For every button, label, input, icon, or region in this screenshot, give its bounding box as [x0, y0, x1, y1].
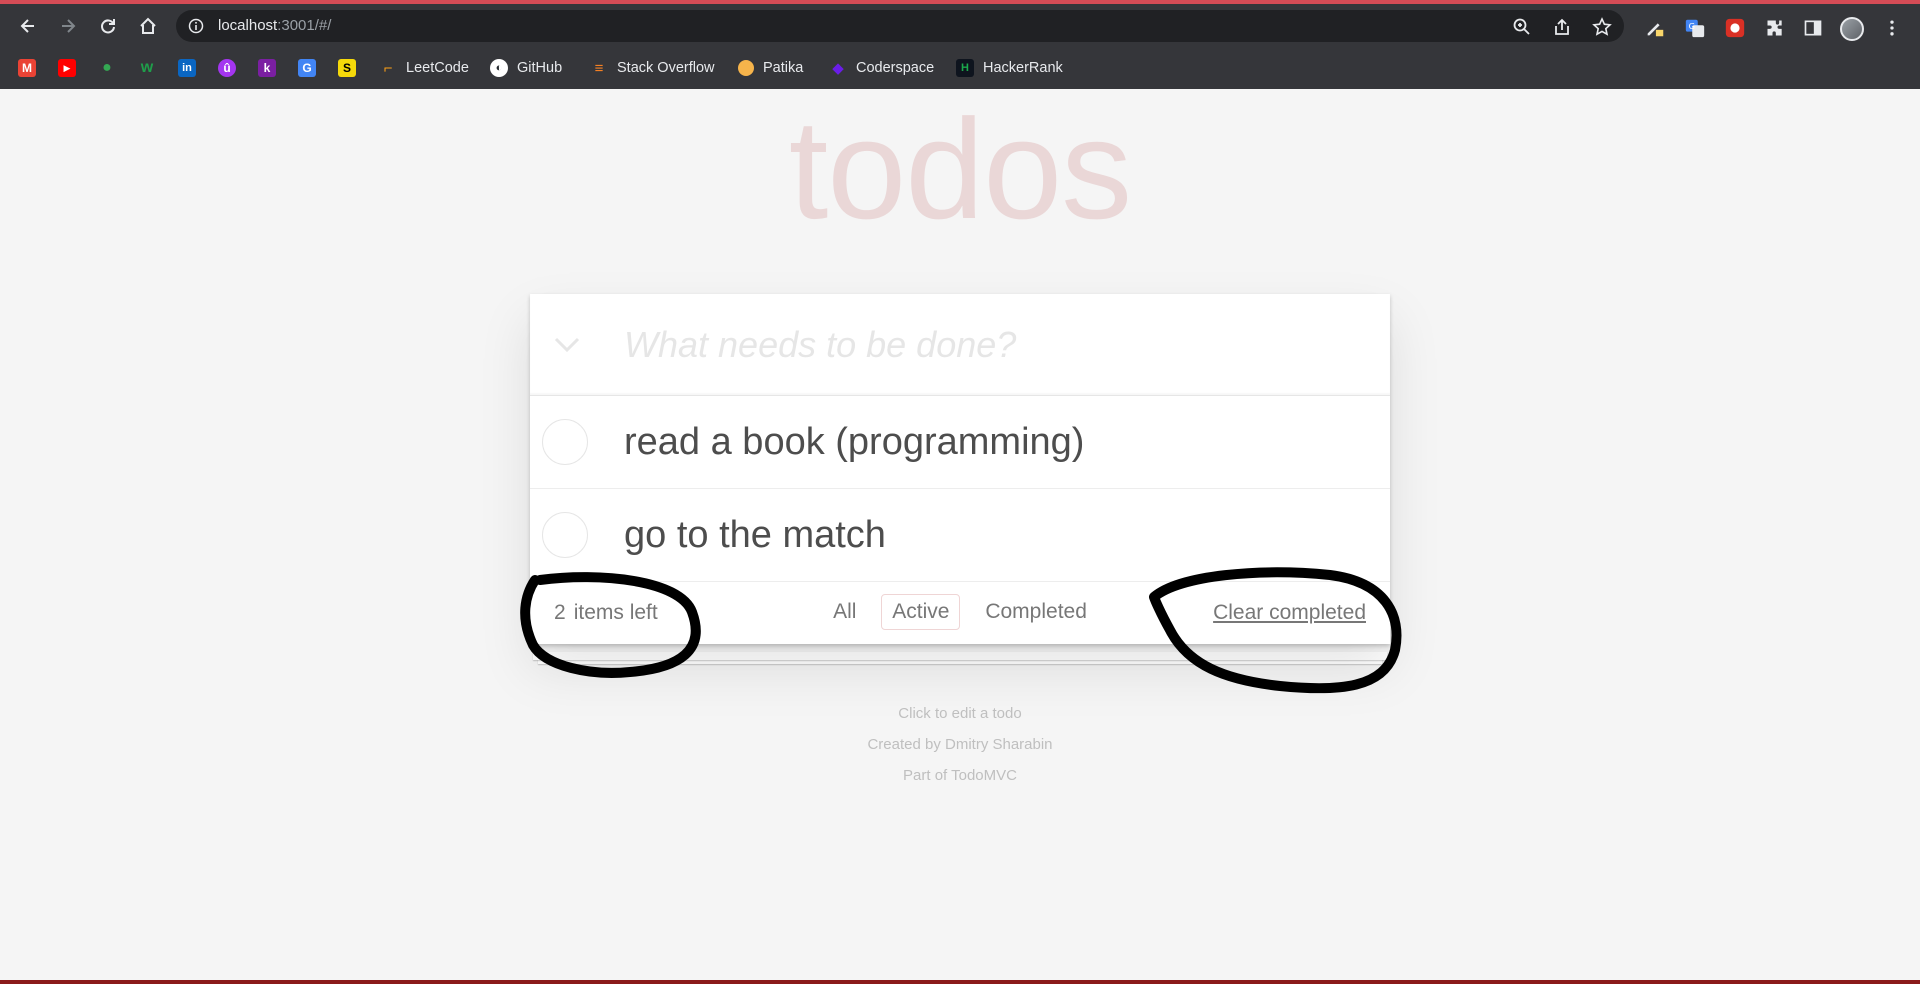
linkedin-icon: in — [178, 59, 196, 77]
svg-text:G: G — [1689, 21, 1695, 31]
stackoverflow-icon: ≡ — [594, 59, 604, 77]
filter-active[interactable]: Active — [881, 594, 961, 630]
github-icon: ◐ — [490, 59, 508, 77]
pen-extension-icon[interactable] — [1643, 16, 1667, 40]
bookmark-w[interactable]: w — [138, 57, 156, 79]
bookmark-stackoverflow[interactable]: ≡ Stack Overflow — [590, 57, 715, 79]
todo-app: read a book (programming) go to the matc… — [530, 294, 1390, 644]
bookmark-maps[interactable]: ● — [98, 57, 116, 79]
maps-icon: ● — [102, 59, 112, 76]
todo-toggle-checkbox[interactable] — [542, 419, 588, 465]
menu-kebab-icon[interactable] — [1880, 16, 1904, 40]
side-panel-icon[interactable] — [1801, 16, 1825, 40]
bookmark-gmail[interactable]: M — [18, 57, 36, 79]
bookmark-udemy[interactable]: û — [218, 57, 236, 79]
s-icon: S — [338, 59, 356, 77]
bookmark-s[interactable]: S — [338, 57, 356, 79]
bookmark-linkedin[interactable]: in — [178, 57, 196, 79]
site-info-icon[interactable] — [188, 18, 204, 34]
stack-shadow-1 — [533, 652, 1387, 660]
back-button[interactable] — [14, 12, 42, 40]
clear-completed-button[interactable]: Clear completed — [1213, 601, 1366, 625]
info-footer: Click to edit a todo Created by Dmitry S… — [0, 698, 1920, 791]
bookmark-hackerrank[interactable]: H HackerRank — [956, 57, 1063, 79]
navigation-bar: localhost:3001/#/ G — [0, 4, 1920, 48]
bookmark-youtube[interactable]: ▶ — [58, 57, 76, 79]
forward-arrow-icon — [62, 19, 76, 33]
filter-all[interactable]: All — [822, 594, 867, 630]
bookmark-leetcode[interactable]: ⌐ LeetCode — [379, 57, 469, 79]
patika-icon — [738, 60, 754, 76]
bookmark-patika[interactable]: Patika — [738, 57, 803, 79]
home-icon — [140, 17, 156, 34]
todo-footer: 2 items left All Active Completed Clear c… — [530, 582, 1390, 644]
w-icon: w — [140, 59, 154, 76]
filter-completed[interactable]: Completed — [974, 594, 1098, 630]
reload-icon — [101, 19, 115, 34]
leetcode-icon: ⌐ — [383, 59, 393, 77]
translate-extension-icon[interactable]: G — [1683, 16, 1707, 40]
profile-avatar[interactable] — [1840, 17, 1864, 41]
home-button[interactable] — [134, 12, 162, 40]
zoom-icon[interactable] — [1512, 17, 1532, 37]
edit-hint: Click to edit a todo — [898, 705, 1022, 722]
youtube-icon: ▶ — [58, 59, 76, 77]
reload-button[interactable] — [94, 12, 122, 40]
toggle-all-button[interactable] — [550, 330, 584, 360]
app-title: todos — [788, 90, 1132, 249]
address-bar[interactable]: localhost:3001/#/ — [176, 10, 1624, 42]
bookmark-translate[interactable]: G — [298, 57, 316, 79]
url-text: localhost:3001/#/ — [218, 17, 332, 34]
new-todo-row — [530, 294, 1390, 396]
forward-button[interactable] — [54, 12, 82, 40]
todo-label[interactable]: go to the match — [624, 511, 886, 559]
hackerrank-icon: H — [956, 59, 974, 77]
todo-toggle-checkbox[interactable] — [542, 512, 588, 558]
bookmark-github[interactable]: ◐ GitHub — [490, 57, 562, 79]
bookmark-coderspace[interactable]: ◆ Coderspace — [829, 57, 934, 79]
bottom-edge — [0, 980, 1920, 984]
bookmark-k[interactable]: k — [258, 57, 276, 79]
share-icon[interactable] — [1552, 17, 1572, 37]
back-arrow-icon — [20, 19, 34, 33]
extensions-puzzle-icon[interactable] — [1763, 16, 1787, 40]
chevron-down-icon — [554, 337, 580, 353]
k-icon: k — [258, 59, 276, 77]
todo-label[interactable]: read a book (programming) — [624, 418, 1084, 466]
translate-icon: G — [298, 59, 316, 77]
part-of-todomvc: Part of TodoMVC — [903, 767, 1017, 784]
todo-item[interactable]: read a book (programming) — [530, 396, 1390, 489]
bookmarks-bar: M ▶ ● w in û k G S ⌐ LeetCode ◐ GitHub ≡ St… — [0, 52, 1920, 82]
new-todo-input[interactable] — [624, 320, 1364, 370]
todo-item[interactable]: go to the match — [530, 489, 1390, 582]
udemy-icon: û — [218, 59, 236, 77]
coderspace-icon: ◆ — [832, 60, 844, 77]
red-extension-icon[interactable] — [1723, 16, 1747, 40]
bookmark-star-icon[interactable] — [1592, 17, 1612, 37]
created-by: Created by Dmitry Sharabin — [867, 736, 1053, 753]
gmail-icon: M — [18, 59, 36, 77]
